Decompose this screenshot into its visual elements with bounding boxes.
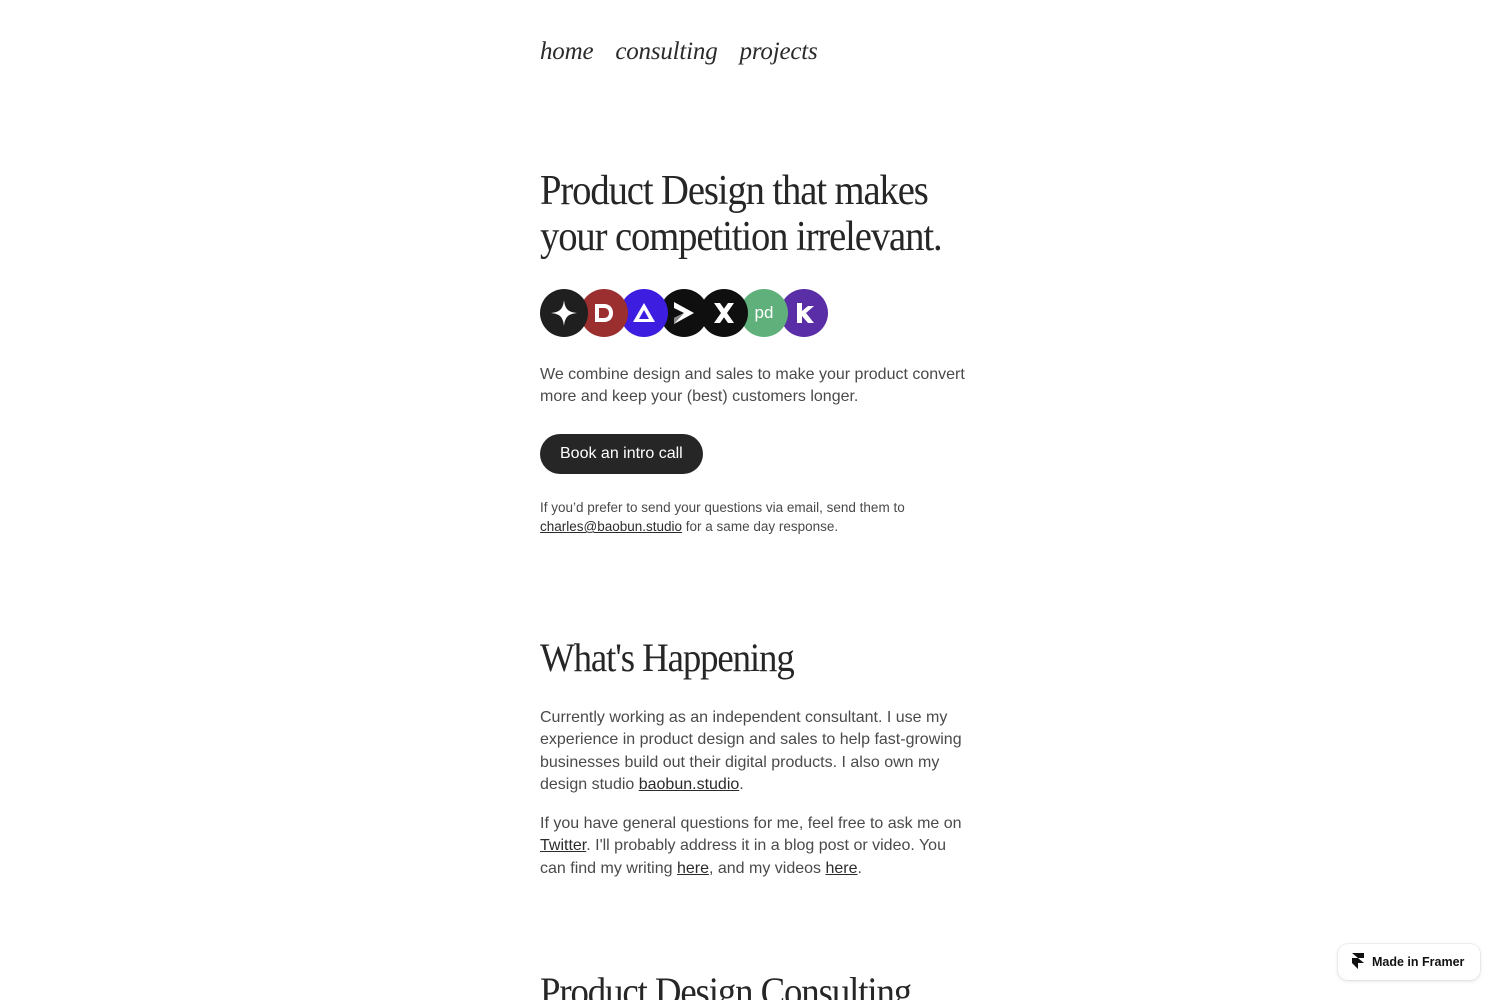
happening-p2-c: , and my videos <box>708 859 826 877</box>
made-in-framer-label: Made in Framer <box>1372 955 1465 969</box>
client-logos: pd <box>540 289 828 337</box>
happening-p1-text: Currently working as an independent cons… <box>540 709 962 794</box>
happening-paragraph-1: Currently working as an independent cons… <box>540 707 970 797</box>
top-nav: home consulting projects <box>540 38 818 66</box>
email-note: If you’d prefer to send your questions v… <box>540 498 970 536</box>
email-link[interactable]: charles@baobun.studio <box>540 519 682 534</box>
framer-icon <box>1352 952 1364 972</box>
hero-title: Product Design that makes your competiti… <box>540 168 943 260</box>
email-note-prefix: If you’d prefer to send your questions v… <box>540 500 905 515</box>
made-in-framer-badge[interactable]: Made in Framer <box>1338 944 1480 980</box>
happening-p2-a: If you have general questions for me, fe… <box>540 815 962 832</box>
happening-paragraph-2: If you have general questions for me, fe… <box>540 813 970 880</box>
twitter-link[interactable]: Twitter <box>540 837 586 854</box>
svg-text:pd: pd <box>755 303 774 322</box>
happening-p2-d: . <box>857 859 862 877</box>
book-intro-call-button[interactable]: Book an intro call <box>540 434 703 474</box>
videos-here-link[interactable]: here <box>825 860 857 877</box>
writing-here-link[interactable]: here <box>677 860 709 877</box>
baobun-studio-link[interactable]: baobun.studio <box>639 776 740 793</box>
nav-projects-link[interactable]: projects <box>740 38 818 66</box>
product-design-consulting-heading: Product Design Consulting <box>540 969 912 1000</box>
email-note-suffix: for a same day response. <box>682 519 839 534</box>
happening-p1-end: . <box>739 776 744 794</box>
sparkle-logo-icon <box>540 289 588 337</box>
hero-description: We combine design and sales to make your… <box>540 366 965 405</box>
nav-home-link[interactable]: home <box>540 38 594 66</box>
nav-consulting-link[interactable]: consulting <box>615 38 717 66</box>
whats-happening-heading: What's Happening <box>540 635 795 680</box>
